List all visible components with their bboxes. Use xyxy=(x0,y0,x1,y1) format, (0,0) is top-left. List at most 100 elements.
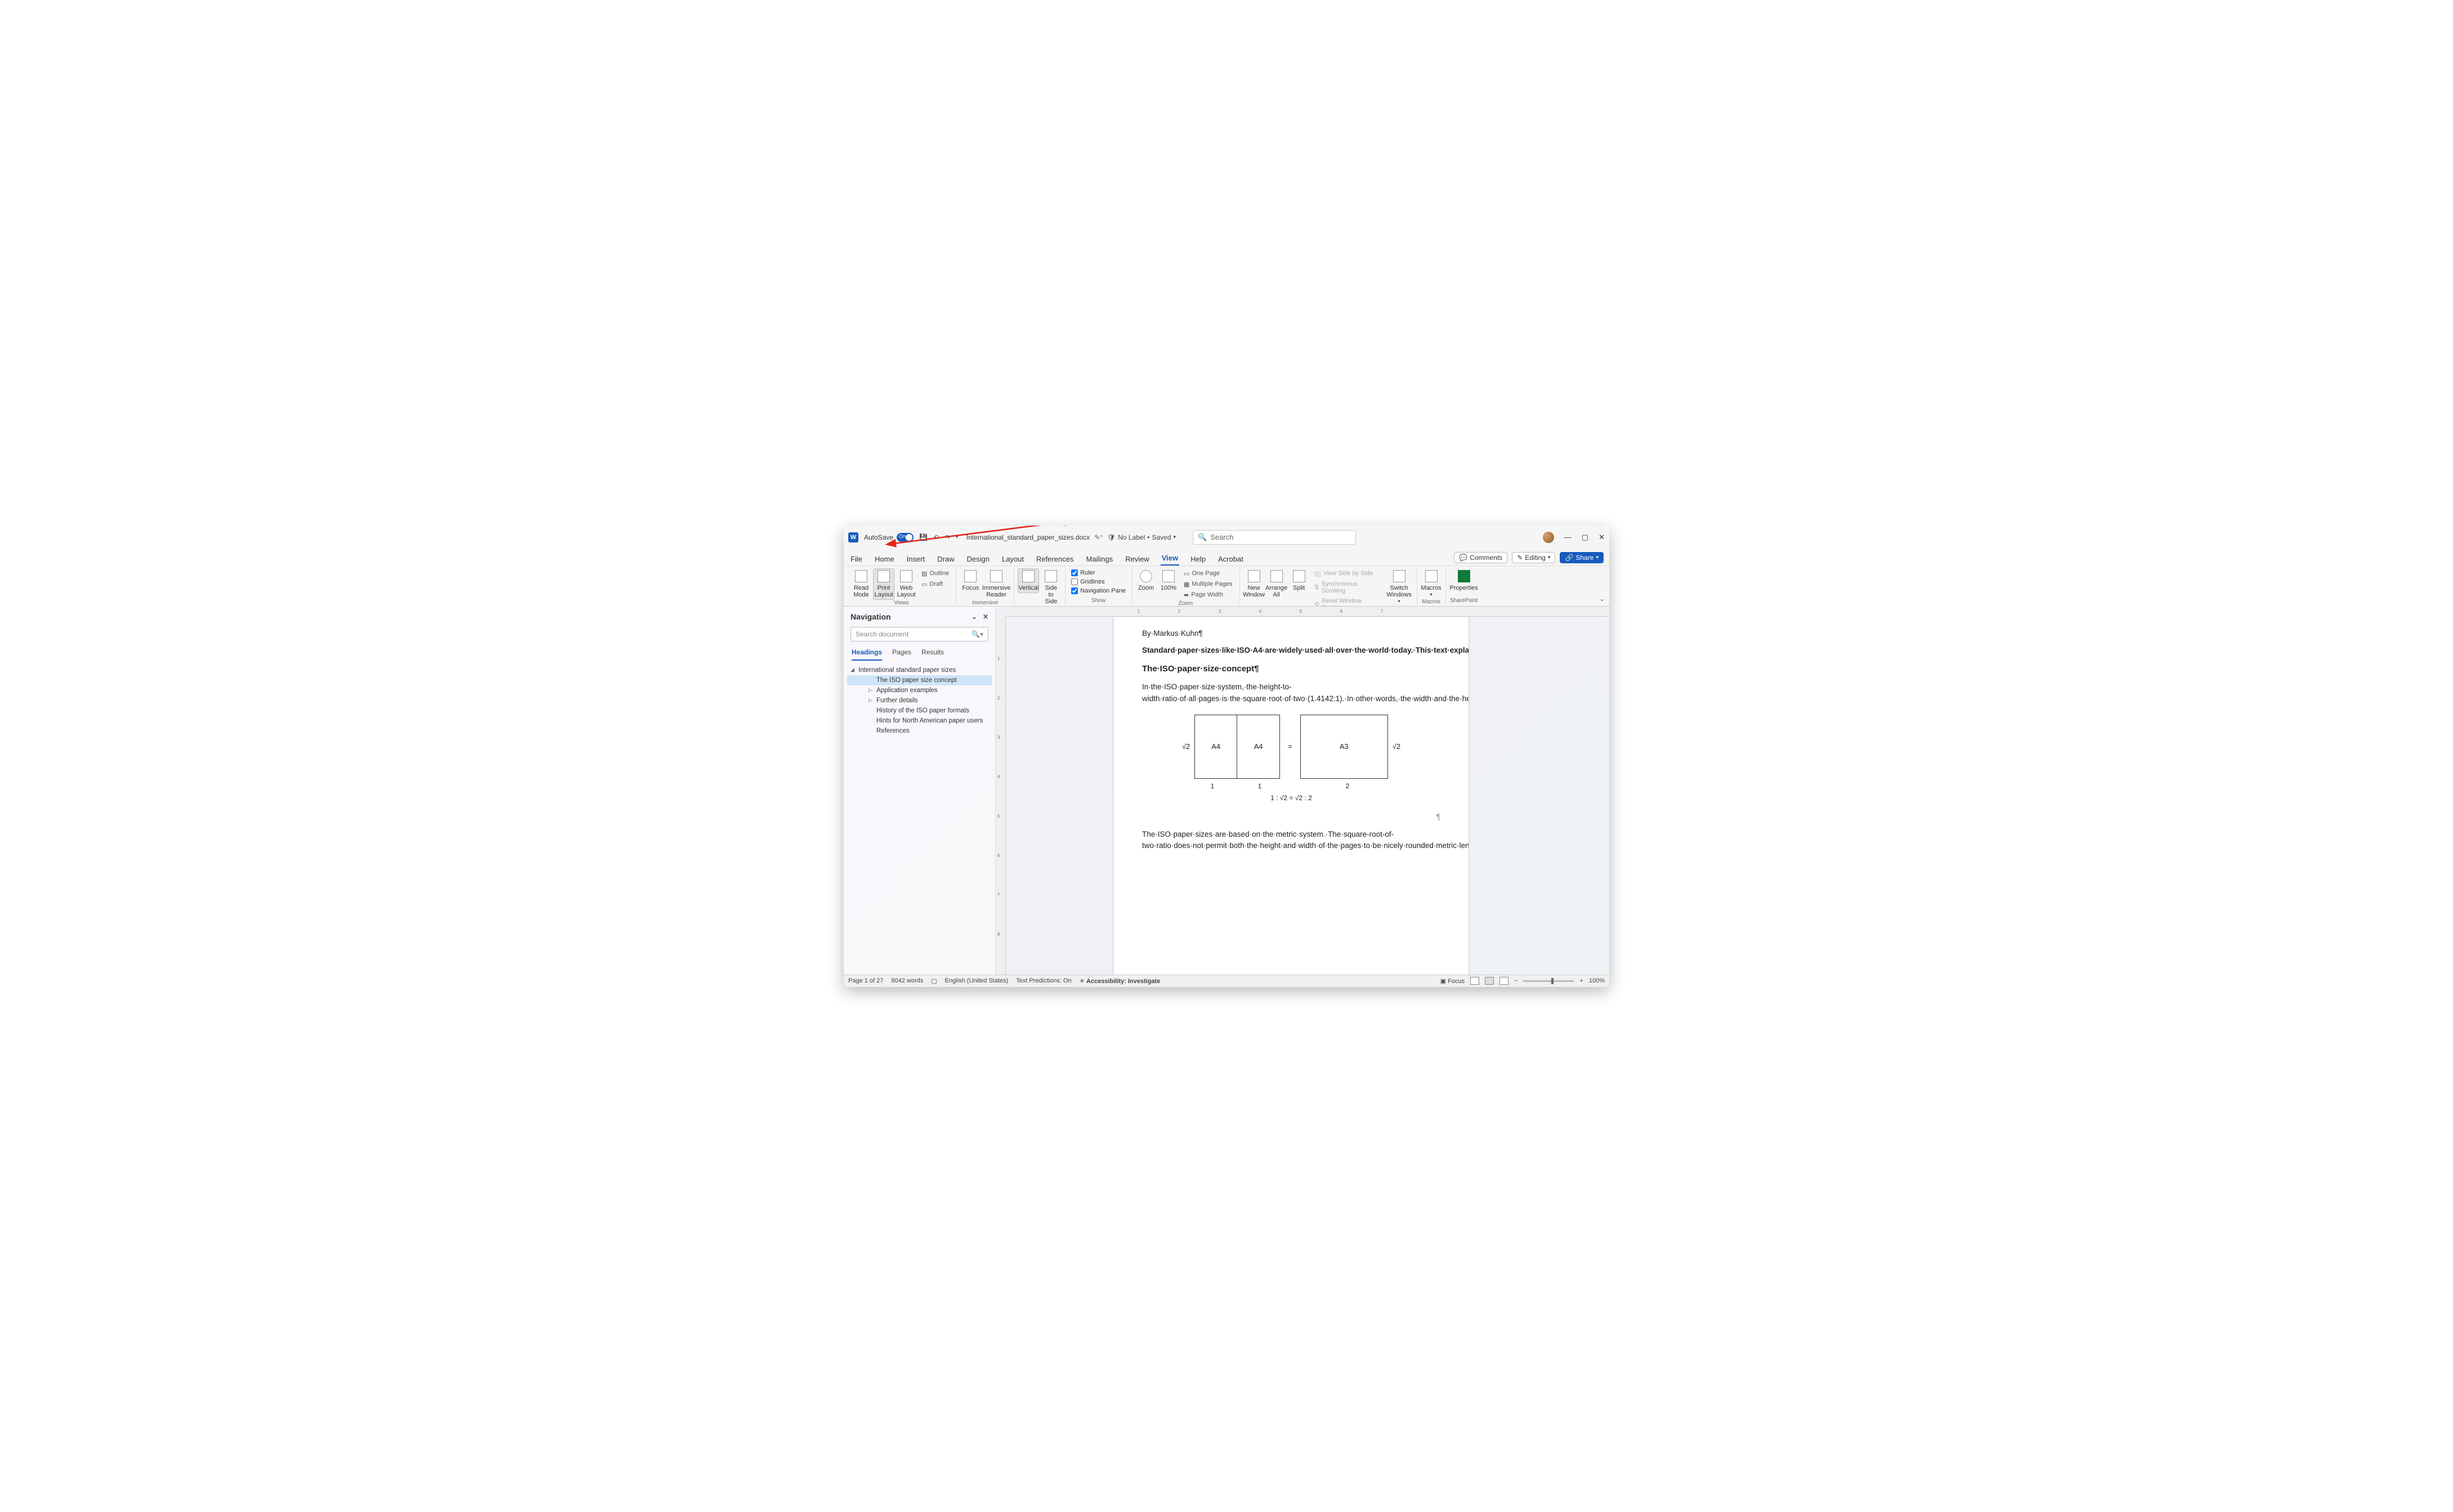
side-to-side-button[interactable]: Side to Side xyxy=(1040,568,1062,607)
zoom-in-button[interactable]: + xyxy=(1579,977,1583,984)
doc-intro: Standard·paper·sizes·like·ISO·A4·are·wid… xyxy=(1142,645,1440,657)
horizontal-ruler[interactable]: 1234567 xyxy=(1006,607,1609,617)
status-page[interactable]: Page 1 of 27 xyxy=(848,977,883,984)
nav-tree: ◢International standard paper sizesThe I… xyxy=(844,661,995,975)
autosave-toggle[interactable]: AutoSave On xyxy=(864,533,914,542)
nav-dropdown-icon[interactable]: ⌄ xyxy=(972,613,977,621)
view-print-button[interactable] xyxy=(1485,977,1494,985)
document-page[interactable]: By·Markus·Kuhn¶ Standard·paper·sizes·lik… xyxy=(1114,617,1469,975)
comments-button[interactable]: 💬 Comments xyxy=(1454,552,1507,563)
tab-references[interactable]: References xyxy=(1035,553,1075,566)
print-layout-icon xyxy=(878,570,890,582)
nav-heading-item[interactable]: Hints for North American paper users xyxy=(847,716,992,726)
share-button[interactable]: 🔗 Share ▾ xyxy=(1560,552,1604,563)
maximize-button[interactable]: ▢ xyxy=(1582,533,1588,542)
macros-group-label: Macros xyxy=(1422,599,1440,606)
toggle-on-icon[interactable]: On xyxy=(897,533,914,542)
zoom-100-button[interactable]: 100% xyxy=(1158,568,1179,593)
redo-icon[interactable]: ↷ xyxy=(945,533,950,541)
focus-mode-button[interactable]: ▣ Focus xyxy=(1440,977,1465,985)
page-width-button[interactable]: ⬌Page Width xyxy=(1183,591,1234,599)
macros-button[interactable]: Macros▾ xyxy=(1421,568,1442,599)
focus-button[interactable]: Focus xyxy=(960,568,981,593)
nav-heading-item[interactable]: History of the ISO paper formats xyxy=(847,706,992,716)
nav-tab-pages[interactable]: Pages xyxy=(892,648,911,661)
tab-insert[interactable]: Insert xyxy=(906,553,926,566)
privacy-icon[interactable]: ✎° xyxy=(1094,533,1103,541)
web-layout-button[interactable]: Web Layout xyxy=(896,568,917,600)
zoom-out-button[interactable]: − xyxy=(1514,977,1518,984)
properties-button[interactable]: Properties xyxy=(1449,568,1479,593)
nav-tab-results[interactable]: Results xyxy=(921,648,944,661)
draft-button[interactable]: ▭Draft xyxy=(920,580,950,589)
nav-heading-item[interactable]: References xyxy=(847,726,992,736)
undo-icon[interactable]: ↶ xyxy=(933,533,939,541)
qat-more-icon[interactable]: ▾ xyxy=(956,534,959,540)
view-web-button[interactable] xyxy=(1499,977,1508,985)
tab-design[interactable]: Design xyxy=(966,553,991,566)
tab-file[interactable]: File xyxy=(849,553,863,566)
nav-heading-item[interactable]: ◢International standard paper sizes xyxy=(847,665,992,675)
nav-heading-item[interactable]: ▷Further details xyxy=(847,696,992,706)
diagram-a4-right: A4 xyxy=(1237,715,1280,779)
view-read-button[interactable] xyxy=(1470,977,1479,985)
web-layout-icon xyxy=(900,570,912,582)
ruler-checkbox[interactable]: Ruler xyxy=(1071,569,1126,576)
document-name: International_standard_paper_sizes.docx xyxy=(966,533,1090,541)
immersive-reader-button[interactable]: Immersive Reader xyxy=(982,568,1010,600)
zoom-button[interactable]: Zoom xyxy=(1135,568,1157,593)
vertical-ruler[interactable]: 123 456 78 xyxy=(996,617,1006,975)
multiple-pages-button[interactable]: ▦Multiple Pages xyxy=(1183,580,1234,589)
gridlines-checkbox[interactable]: Gridlines xyxy=(1071,578,1126,585)
user-avatar[interactable] xyxy=(1543,532,1554,543)
vertical-button[interactable]: Vertical xyxy=(1018,568,1039,593)
nav-heading-item[interactable]: The ISO paper size concept xyxy=(847,675,992,685)
multiple-pages-icon: ▦ xyxy=(1184,581,1189,588)
tab-view[interactable]: View xyxy=(1161,551,1179,566)
tab-layout[interactable]: Layout xyxy=(1001,553,1025,566)
tab-mailings[interactable]: Mailings xyxy=(1085,553,1114,566)
outline-button[interactable]: ▤Outline xyxy=(920,569,950,578)
tab-home[interactable]: Home xyxy=(874,553,896,566)
nav-search-input[interactable]: Search document 🔍▾ xyxy=(851,627,988,641)
doc-byline: By·Markus·Kuhn¶ xyxy=(1142,628,1440,640)
nav-heading-item[interactable]: ▷Application examples xyxy=(847,685,992,696)
status-predictions[interactable]: Text Predictions: On xyxy=(1016,977,1071,984)
document-area: 1234567 123 456 78 By·Markus·Kuhn¶ Stand… xyxy=(996,607,1609,975)
tab-acrobat[interactable]: Acrobat xyxy=(1217,553,1245,566)
new-window-button[interactable]: New Window xyxy=(1243,568,1265,600)
vertical-icon xyxy=(1022,570,1035,582)
arrange-all-button[interactable]: Arrange All xyxy=(1266,568,1287,600)
navigation-pane-checkbox[interactable]: Navigation Pane xyxy=(1071,587,1126,594)
nav-tab-headings[interactable]: Headings xyxy=(852,648,882,661)
search-input[interactable]: 🔍 Search xyxy=(1193,530,1356,545)
status-lang[interactable]: English (United States) xyxy=(945,977,1009,984)
search-placeholder: Search xyxy=(1210,533,1233,541)
status-accessibility[interactable]: ✳ Accessibility: Investigate xyxy=(1080,977,1161,985)
tab-draw[interactable]: Draw xyxy=(936,553,955,566)
split-button[interactable]: Split xyxy=(1288,568,1310,593)
zoom-level[interactable]: 100% xyxy=(1589,977,1605,984)
status-words[interactable]: 8042 words xyxy=(891,977,923,984)
show-group-label: Show xyxy=(1091,598,1105,605)
word-app-icon: W xyxy=(848,532,858,542)
collapse-ribbon-button[interactable]: ⌄ xyxy=(1599,595,1605,603)
tab-help[interactable]: Help xyxy=(1189,553,1207,566)
new-window-icon xyxy=(1248,570,1260,582)
switch-windows-button[interactable]: Switch Windows▾ xyxy=(1385,568,1413,606)
tab-review[interactable]: Review xyxy=(1124,553,1151,566)
accessibility-icon: ✳ xyxy=(1080,978,1085,985)
sharepoint-icon xyxy=(1458,570,1470,582)
doc-heading: The·ISO·paper·size·concept¶ xyxy=(1142,662,1440,675)
print-layout-button[interactable]: Print Layout xyxy=(873,568,894,600)
read-mode-button[interactable]: Read Mode xyxy=(851,568,872,600)
save-icon[interactable]: 💾 xyxy=(919,533,928,541)
nav-close-icon[interactable]: ✕ xyxy=(983,613,988,621)
close-button[interactable]: ✕ xyxy=(1599,533,1605,542)
one-page-button[interactable]: ▭One Page xyxy=(1183,569,1234,578)
minimize-button[interactable]: — xyxy=(1564,533,1572,541)
spellcheck-icon[interactable]: ▢ xyxy=(931,977,937,985)
zoom-slider[interactable] xyxy=(1523,980,1574,982)
editing-mode-button[interactable]: ✎ Editing ▾ xyxy=(1512,552,1555,563)
sensitivity-label[interactable]: 🛡 No Label • Saved ▾ xyxy=(1107,533,1176,541)
